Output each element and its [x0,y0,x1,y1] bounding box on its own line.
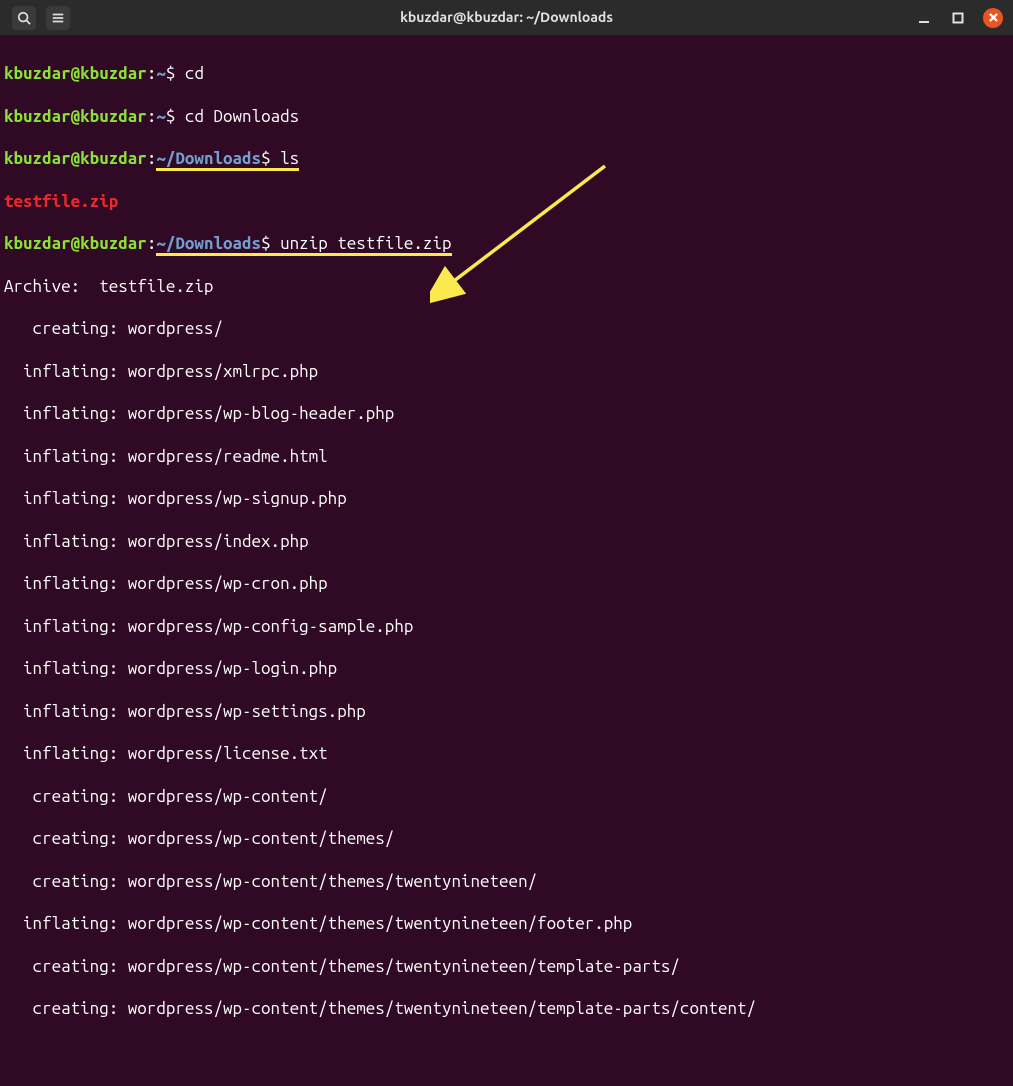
unzip-output-line: Archive: testfile.zip [4,276,1009,297]
prompt-line-2: kbuzdar@kbuzdar:~$ cd Downloads [4,106,1009,127]
window-title: kbuzdar@kbuzdar: ~/Downloads [400,9,613,27]
unzip-output-line: creating: wordpress/wp-content/themes/ [4,828,1009,849]
prompt-path: ~/Downloads [156,234,261,256]
titlebar: kbuzdar@kbuzdar: ~/Downloads [0,0,1013,36]
terminal-content[interactable]: kbuzdar@kbuzdar:~$ cd kbuzdar@kbuzdar:~$… [0,36,1013,1086]
prompt-sep: : [147,107,157,126]
prompt-line-4: kbuzdar@kbuzdar:~/Downloads$ unzip testf… [4,233,1009,254]
unzip-output-line: creating: wordpress/wp-content/ [4,786,1009,807]
command-cd-downloads: cd Downloads [175,107,299,126]
unzip-output-line: inflating: wordpress/wp-login.php [4,658,1009,679]
search-icon [17,11,31,25]
unzip-output-line: inflating: wordpress/readme.html [4,446,1009,467]
command-ls: ls [271,149,300,171]
minimize-icon [918,12,930,24]
unzip-output-line: inflating: wordpress/wp-config-sample.ph… [4,616,1009,637]
prompt-user: kbuzdar@kbuzdar [4,107,147,126]
prompt-path: ~ [156,64,166,83]
maximize-button[interactable] [949,9,967,27]
prompt-path: ~/Downloads [156,149,261,171]
prompt-dollar: $ [261,234,271,256]
minimize-button[interactable] [915,9,933,27]
close-button[interactable] [983,8,1003,28]
unzip-output-line: creating: wordpress/wp-content/themes/tw… [4,871,1009,892]
unzip-output-line: inflating: wordpress/wp-signup.php [4,488,1009,509]
prompt-dollar: $ [166,107,176,126]
unzip-output-line: inflating: wordpress/license.txt [4,743,1009,764]
unzip-output-line: inflating: wordpress/wp-cron.php [4,573,1009,594]
prompt-line-3: kbuzdar@kbuzdar:~/Downloads$ ls [4,148,1009,169]
prompt-sep: : [147,149,157,168]
prompt-line-1: kbuzdar@kbuzdar:~$ cd [4,63,1009,84]
prompt-user: kbuzdar@kbuzdar [4,149,147,168]
menu-button[interactable] [46,6,70,30]
prompt-sep: : [147,234,157,253]
command-cd: cd [175,64,204,83]
unzip-output-line: inflating: wordpress/wp-blog-header.php [4,403,1009,424]
unzip-output-line: inflating: wordpress/wp-content/themes/t… [4,913,1009,934]
prompt-sep: : [147,64,157,83]
ls-output: testfile.zip [4,191,1009,212]
unzip-output-line: inflating: wordpress/wp-settings.php [4,701,1009,722]
hamburger-icon [51,11,65,25]
prompt-user: kbuzdar@kbuzdar [4,64,147,83]
prompt-user: kbuzdar@kbuzdar [4,234,147,253]
unzip-output-line: inflating: wordpress/index.php [4,531,1009,552]
prompt-path: ~ [156,107,166,126]
command-unzip: unzip testfile.zip [271,234,452,256]
close-icon [989,13,998,22]
unzip-output-line: creating: wordpress/ [4,318,1009,339]
unzip-output-line: inflating: wordpress/xmlrpc.php [4,361,1009,382]
search-button[interactable] [12,6,36,30]
unzip-output-line: creating: wordpress/wp-content/themes/tw… [4,998,1009,1019]
prompt-dollar: $ [166,64,176,83]
unzip-output-line: creating: wordpress/wp-content/themes/tw… [4,956,1009,977]
prompt-dollar: $ [261,149,271,171]
maximize-icon [952,12,964,24]
